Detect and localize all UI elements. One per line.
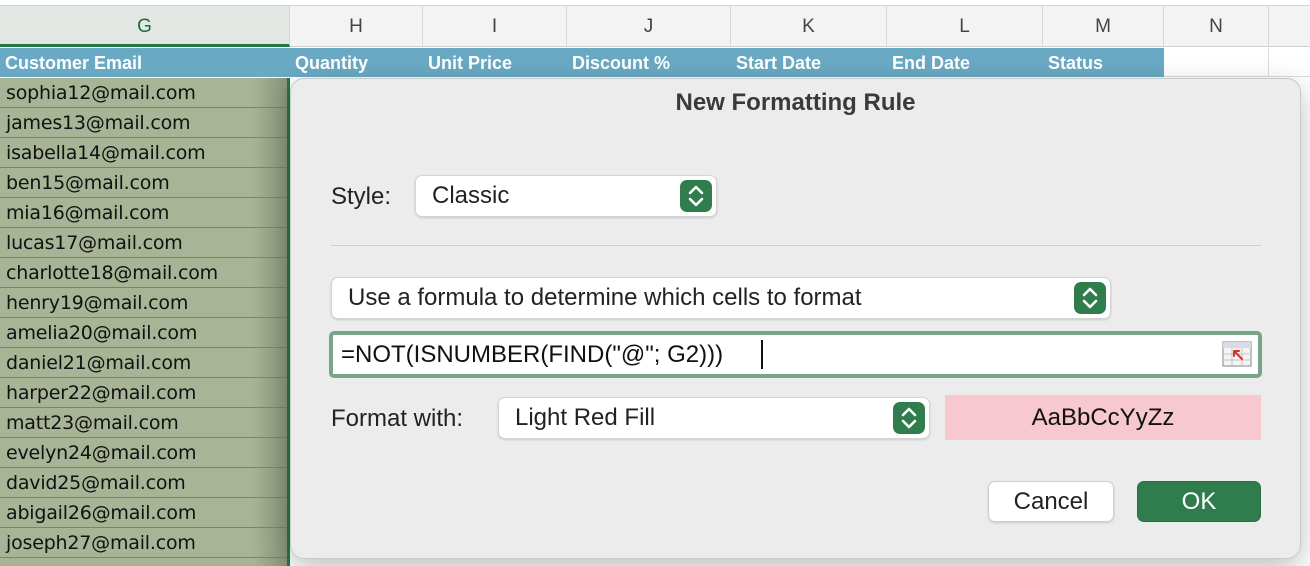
style-label: Style: — [331, 183, 392, 210]
column-header-g[interactable]: G — [0, 6, 290, 47]
cancel-button[interactable]: Cancel — [988, 481, 1114, 522]
header-unit-price[interactable]: Unit Price — [423, 48, 512, 77]
column-header-l[interactable]: L — [887, 6, 1043, 47]
empty-header-cell[interactable] — [1164, 48, 1310, 77]
email-cell[interactable]: james13@mail.com — [0, 108, 287, 138]
format-preview: AaBbCcYyZz — [945, 395, 1261, 440]
header-customer-email[interactable]: Customer Email — [0, 48, 142, 77]
email-cell[interactable]: matt23@mail.com — [0, 408, 287, 438]
chevron-up-down-icon — [893, 402, 925, 434]
text-caret — [761, 340, 763, 369]
email-cell[interactable]: isabella14@mail.com — [0, 138, 287, 168]
section-divider — [331, 245, 1261, 246]
style-select[interactable]: Classic — [415, 175, 717, 217]
format-with-value: Light Red Fill — [515, 404, 656, 431]
email-cell[interactable]: charlotte18@mail.com — [0, 258, 287, 288]
format-with-label: Format with: — [331, 405, 464, 432]
email-cell[interactable]: sophia12@mail.com — [0, 78, 287, 108]
header-status[interactable]: Status — [1043, 48, 1103, 77]
email-cell[interactable]: amelia20@mail.com — [0, 318, 287, 348]
ok-button[interactable]: OK — [1137, 481, 1261, 522]
header-discount[interactable]: Discount % — [567, 48, 670, 77]
column-header-j[interactable]: J — [567, 6, 731, 47]
format-with-select[interactable]: Light Red Fill — [498, 397, 930, 439]
chevron-up-down-icon — [1074, 282, 1106, 314]
email-cell[interactable]: henry19@mail.com — [0, 288, 287, 318]
email-cell[interactable]: evelyn24@mail.com — [0, 438, 287, 468]
email-column[interactable]: sophia12@mail.com james13@mail.com isabe… — [0, 78, 290, 566]
column-header-h[interactable]: H — [290, 6, 423, 47]
rule-type-select[interactable]: Use a formula to determine which cells t… — [331, 277, 1111, 319]
table-header-row: Customer Email Quantity Unit Price Disco… — [0, 48, 1164, 77]
formula-field[interactable] — [329, 331, 1262, 378]
email-cell[interactable]: harper22@mail.com — [0, 378, 287, 408]
header-quantity[interactable]: Quantity — [290, 48, 368, 77]
style-select-value: Classic — [432, 182, 510, 209]
column-header-n[interactable]: N — [1164, 6, 1269, 47]
dialog-title: New Formatting Rule — [675, 89, 916, 116]
range-select-icon[interactable] — [1222, 341, 1252, 367]
formula-input[interactable] — [341, 339, 1211, 371]
header-end-date[interactable]: End Date — [887, 48, 970, 77]
column-header-row: G H I J K L M N — [0, 5, 1310, 47]
email-cell[interactable]: ben15@mail.com — [0, 168, 287, 198]
email-cell[interactable]: joseph27@mail.com — [0, 528, 287, 558]
new-formatting-rule-dialog: New Formatting Rule Style: Classic Use a… — [290, 78, 1301, 559]
email-cell[interactable]: mia16@mail.com — [0, 198, 287, 228]
header-start-date[interactable]: Start Date — [731, 48, 821, 77]
email-cell[interactable]: abigail26@mail.com — [0, 498, 287, 528]
column-header-m[interactable]: M — [1043, 6, 1164, 47]
email-cell[interactable]: daniel21@mail.com — [0, 348, 287, 378]
email-cell[interactable]: lucas17@mail.com — [0, 228, 287, 258]
column-header-i[interactable]: I — [423, 6, 567, 47]
rule-type-value: Use a formula to determine which cells t… — [348, 284, 862, 311]
column-header-k[interactable]: K — [731, 6, 887, 47]
email-cell[interactable]: david25@mail.com — [0, 468, 287, 498]
cell-divider — [1268, 48, 1269, 77]
chevron-up-down-icon — [680, 180, 712, 212]
